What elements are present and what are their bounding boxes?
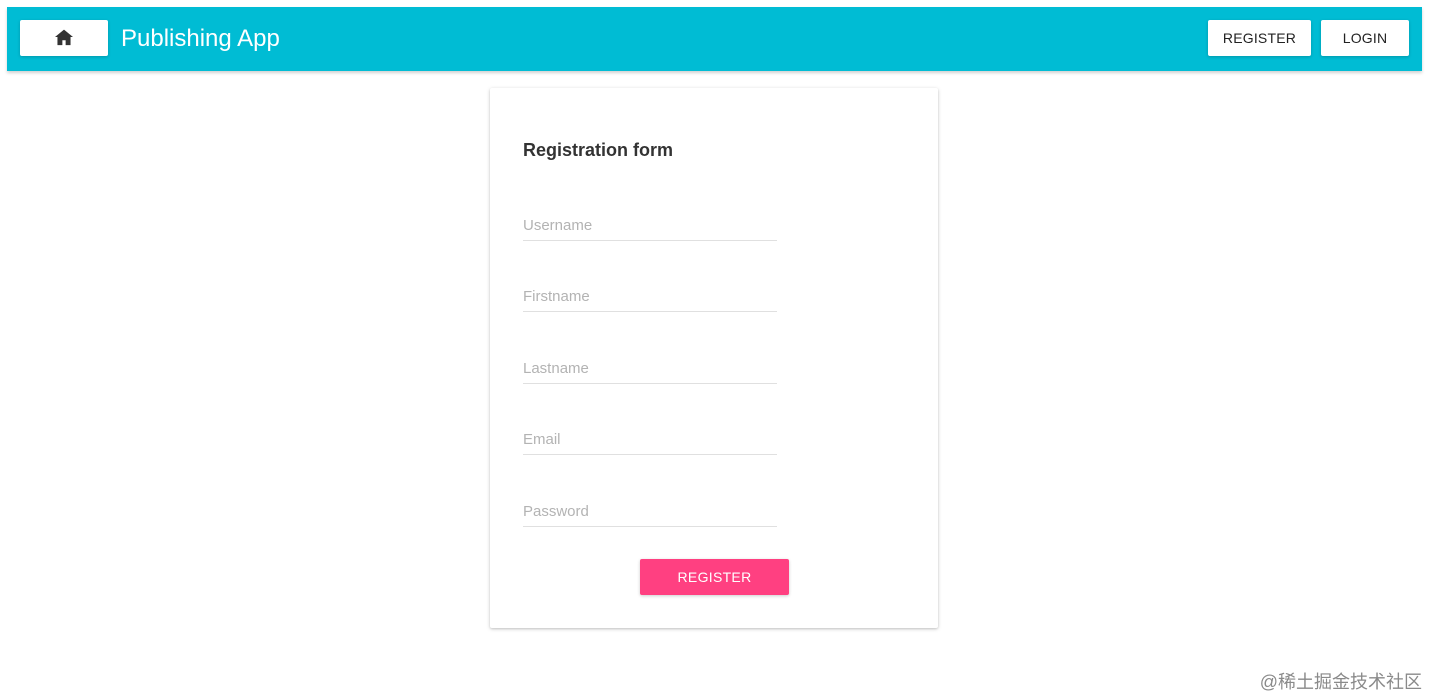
password-field[interactable] — [523, 497, 777, 527]
email-field[interactable] — [523, 425, 777, 455]
app-title: Publishing App — [121, 25, 280, 52]
registration-card: Registration form REGISTER — [490, 88, 938, 628]
register-submit-button[interactable]: REGISTER — [640, 559, 789, 595]
firstname-field[interactable] — [523, 282, 777, 312]
watermark: @稀土掘金技术社区 — [1259, 672, 1422, 692]
nav-login-button[interactable]: LOGIN — [1321, 20, 1409, 56]
home-button[interactable] — [20, 20, 108, 56]
username-field[interactable] — [523, 211, 777, 241]
lastname-field[interactable] — [523, 354, 777, 384]
nav-register-button[interactable]: REGISTER — [1208, 20, 1311, 56]
form-title: Registration form — [523, 140, 674, 160]
app-bar: Publishing App REGISTER LOGIN — [7, 7, 1422, 71]
home-icon — [54, 28, 74, 49]
